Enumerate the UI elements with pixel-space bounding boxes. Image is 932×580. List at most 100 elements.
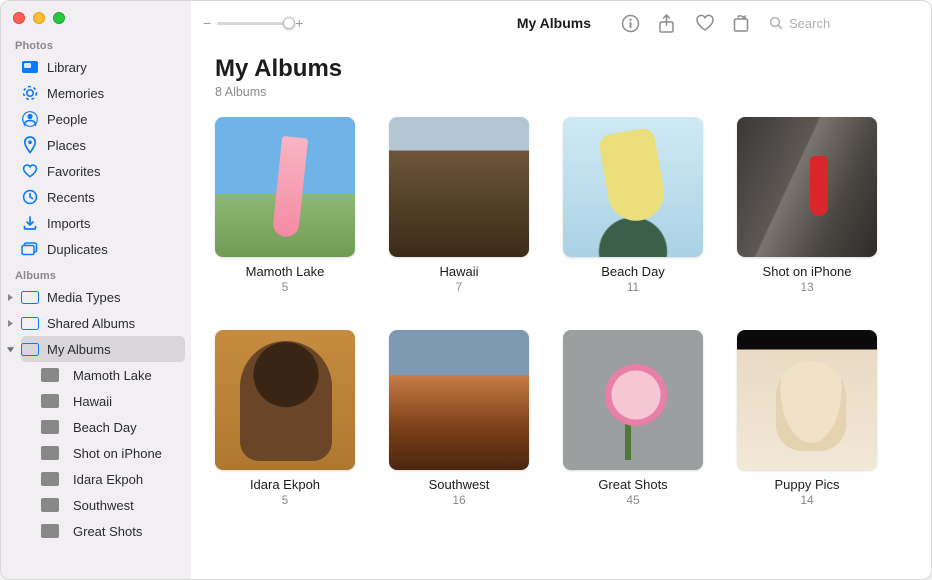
album-item[interactable]: Idara Ekpoh 5 [215, 330, 355, 507]
sidebar-item-imports[interactable]: Imports [7, 210, 185, 236]
sidebar-label: Favorites [47, 164, 100, 179]
search-field[interactable] [761, 16, 919, 31]
album-item[interactable]: Hawaii 7 [389, 117, 529, 294]
album-item[interactable]: Great Shots 45 [563, 330, 703, 507]
zoom-in-icon: + [295, 15, 303, 31]
people-icon [21, 110, 39, 128]
album-count: 11 [627, 280, 639, 294]
sidebar-scroll[interactable]: Photos Library Memories People [1, 32, 191, 544]
album-item[interactable]: Southwest 16 [389, 330, 529, 507]
sidebar-label: Shot on iPhone [73, 446, 162, 461]
album-count: 13 [800, 280, 813, 294]
album-cover [563, 330, 703, 470]
sidebar-item-duplicates[interactable]: Duplicates [7, 236, 185, 262]
album-name: Mamoth Lake [246, 264, 325, 279]
sidebar-album-idara-ekpoh[interactable]: Idara Ekpoh [7, 466, 185, 492]
disclosure-triangle[interactable] [1, 319, 15, 328]
album-count: 14 [800, 493, 813, 507]
disclosure-triangle[interactable] [1, 293, 15, 302]
album-cover [563, 117, 703, 257]
disclosure-triangle-open[interactable] [1, 345, 15, 354]
sidebar-label: Library [47, 60, 87, 75]
sidebar-album-mamoth-lake[interactable]: Mamoth Lake [7, 362, 185, 388]
sidebar-section-albums: Albums [1, 262, 191, 284]
album-cover [215, 117, 355, 257]
sidebar-item-media-types[interactable]: Media Types [21, 284, 185, 310]
memories-icon [21, 84, 39, 102]
content-scroll[interactable]: My Albums 8 Albums Mamoth Lake 5 Hawaii … [191, 45, 931, 579]
share-icon[interactable] [658, 14, 677, 33]
album-item[interactable]: Shot on iPhone 13 [737, 117, 877, 294]
search-icon [769, 16, 783, 30]
sidebar-album-southwest[interactable]: Southwest [7, 492, 185, 518]
album-cover [389, 117, 529, 257]
close-window-button[interactable] [13, 12, 25, 24]
sidebar-label: Recents [47, 190, 95, 205]
album-count: 5 [282, 493, 289, 507]
duplicates-icon [21, 240, 39, 258]
album-cover [737, 117, 877, 257]
sidebar-section-photos: Photos [1, 32, 191, 54]
album-name: Southwest [429, 477, 490, 492]
album-thumbnail-icon [41, 524, 59, 538]
info-icon[interactable] [621, 14, 640, 33]
sidebar-item-recents[interactable]: Recents [7, 184, 185, 210]
album-cover [389, 330, 529, 470]
heart-icon [21, 162, 39, 180]
app-window: Photos Library Memories People [0, 0, 932, 580]
album-thumbnail-icon [41, 394, 59, 408]
sidebar-item-places[interactable]: Places [7, 132, 185, 158]
rotate-icon[interactable] [732, 14, 751, 33]
sidebar-album-hawaii[interactable]: Hawaii [7, 388, 185, 414]
sidebar-label: Imports [47, 216, 90, 231]
album-thumbnail-icon [41, 472, 59, 486]
album-thumbnail-icon [41, 420, 59, 434]
album-item[interactable]: Beach Day 11 [563, 117, 703, 294]
sidebar-item-my-albums[interactable]: My Albums [21, 336, 185, 362]
sidebar-label: Mamoth Lake [73, 368, 152, 383]
sidebar-label: Places [47, 138, 86, 153]
places-icon [21, 136, 39, 154]
minimize-window-button[interactable] [33, 12, 45, 24]
main-content: − + My Albums [191, 1, 931, 579]
album-cover [215, 330, 355, 470]
sidebar-item-people[interactable]: People [7, 106, 185, 132]
sidebar-label: Southwest [73, 498, 134, 513]
sidebar-album-great-shots[interactable]: Great Shots [7, 518, 185, 544]
albums-grid: Mamoth Lake 5 Hawaii 7 Beach Day 11 Shot… [215, 117, 907, 507]
album-name: Shot on iPhone [763, 264, 852, 279]
album-item[interactable]: Mamoth Lake 5 [215, 117, 355, 294]
search-input[interactable] [789, 16, 919, 31]
zoom-track[interactable] [217, 22, 289, 25]
zoom-knob[interactable] [283, 17, 295, 29]
zoom-slider[interactable]: − + [203, 15, 303, 31]
window-controls [1, 1, 191, 32]
album-name: Great Shots [598, 477, 667, 492]
album-name: Beach Day [601, 264, 665, 279]
album-count: 45 [626, 493, 639, 507]
album-count: 16 [452, 493, 465, 507]
sidebar-item-favorites[interactable]: Favorites [7, 158, 185, 184]
sidebar-item-memories[interactable]: Memories [7, 80, 185, 106]
sidebar-label: Beach Day [73, 420, 137, 435]
sidebar-item-library[interactable]: Library [7, 54, 185, 80]
sidebar-album-shot-on-iphone[interactable]: Shot on iPhone [7, 440, 185, 466]
zoom-out-icon: − [203, 15, 211, 31]
album-count: 5 [282, 280, 289, 294]
import-icon [21, 214, 39, 232]
sidebar-item-shared-albums[interactable]: Shared Albums [21, 310, 185, 336]
page-title: My Albums [215, 55, 907, 83]
sidebar-label: Shared Albums [47, 316, 135, 331]
album-item[interactable]: Puppy Pics 14 [737, 330, 877, 507]
sidebar: Photos Library Memories People [1, 1, 191, 579]
sidebar-label: Duplicates [47, 242, 108, 257]
album-thumbnail-icon [41, 498, 59, 512]
sidebar-album-beach-day[interactable]: Beach Day [7, 414, 185, 440]
fullscreen-window-button[interactable] [53, 12, 65, 24]
favorite-icon[interactable] [695, 14, 714, 33]
toolbar-title: My Albums [517, 15, 591, 31]
album-thumbnail-icon [41, 446, 59, 460]
toolbar-actions [621, 14, 751, 33]
sidebar-label: Great Shots [73, 524, 142, 539]
album-name: Puppy Pics [774, 477, 839, 492]
